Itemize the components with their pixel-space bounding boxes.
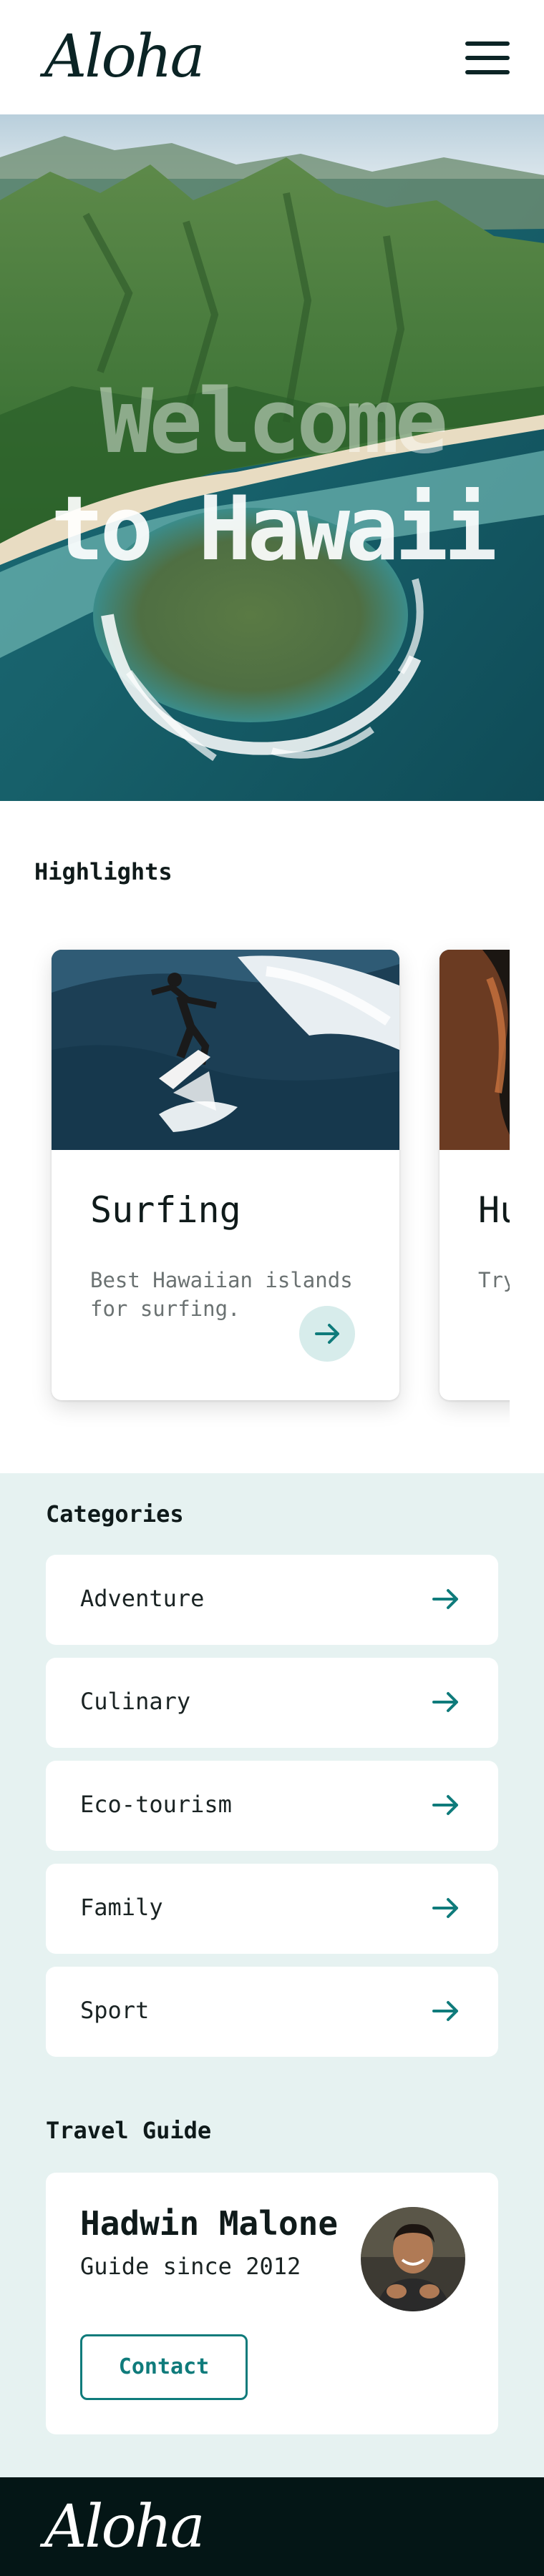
category-item-eco-tourism[interactable]: Eco-tourism [46,1761,498,1851]
categories-section: Categories Adventure Culinary Eco-touris… [0,1473,544,2477]
site-footer: Aloha [0,2477,544,2576]
contact-button[interactable]: Contact [80,2334,248,2400]
avatar [361,2207,465,2311]
highlight-card-surfing[interactable]: Surfing Best Hawaiian islands for surfin… [52,950,399,1400]
card-description: Try [478,1268,510,1292]
category-item-adventure[interactable]: Adventure [46,1555,498,1645]
arrow-right-icon[interactable] [299,1306,355,1362]
arrow-right-icon [432,1589,458,1609]
arrow-right-icon [432,1898,458,1918]
hero-title-line-2: to Hawaii [51,478,497,581]
hero-banner: Welcome to Hawaii [0,114,544,801]
category-label: Adventure [80,1585,205,1612]
hero-title: Welcome to Hawaii [0,368,544,583]
guide-since: Guide since 2012 [80,2253,301,2280]
surfing-image [52,950,399,1150]
hero-title-line-1: Welcome [99,370,449,473]
arrow-right-icon [432,1692,458,1712]
guide-name: Hadwin Malone [80,2204,339,2243]
category-item-family[interactable]: Family [46,1864,498,1954]
category-label: Sport [80,1997,150,2024]
footer-logo[interactable]: Aloha [44,2492,205,2563]
arrow-right-icon [432,2001,458,2021]
site-header: Aloha [0,0,544,114]
hamburger-menu-icon[interactable] [465,41,510,74]
travel-guide-heading: Travel Guide [46,2117,212,2144]
guide-card: Hadwin Malone Guide since 2012 Contact [46,2173,498,2434]
card-title: Hu [478,1189,510,1231]
category-label: Family [80,1894,163,1921]
category-item-culinary[interactable]: Culinary [46,1658,498,1748]
highlights-carousel[interactable]: Surfing Best Hawaiian islands for surfin… [0,930,510,1430]
hula-image [439,950,510,1150]
categories-heading: Categories [46,1500,184,1528]
arrow-right-icon [432,1795,458,1815]
highlights-heading: Highlights [34,858,173,885]
category-label: Eco-tourism [80,1791,232,1818]
category-item-sport[interactable]: Sport [46,1967,498,2057]
card-title: Surfing [90,1189,241,1231]
category-label: Culinary [80,1688,191,1715]
highlight-card-second[interactable]: Hu Try [439,950,510,1400]
logo[interactable]: Aloha [44,21,205,93]
